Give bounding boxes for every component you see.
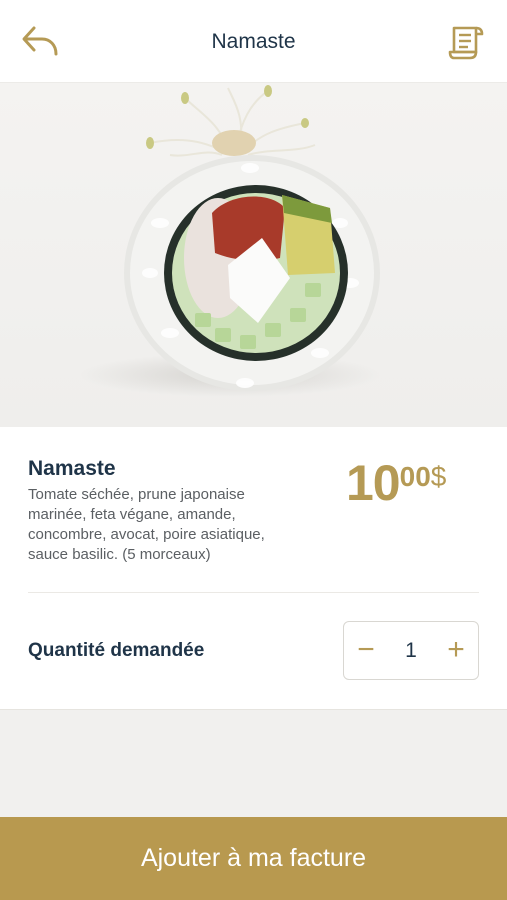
product-image bbox=[0, 83, 507, 427]
price-currency: $ bbox=[430, 461, 447, 492]
receipt-icon bbox=[448, 26, 484, 60]
quantity-stepper: − 1 + bbox=[343, 621, 479, 680]
product-description: Tomate séchée, prune japonaise marinée, … bbox=[28, 486, 265, 563]
sushi-roll-illustration bbox=[80, 85, 380, 397]
product-price: 1000$ bbox=[346, 457, 446, 509]
quantity-label: Quantité demandée bbox=[28, 640, 205, 661]
price-whole: 10 bbox=[346, 455, 401, 511]
add-to-bill-button[interactable]: Ajouter à ma facture bbox=[0, 817, 507, 900]
top-bar: Namaste bbox=[0, 0, 507, 83]
page-title: Namaste bbox=[211, 30, 296, 53]
bill-button[interactable] bbox=[446, 22, 488, 62]
divider bbox=[28, 592, 479, 593]
decrement-button[interactable]: − bbox=[344, 622, 388, 679]
increment-button[interactable]: + bbox=[434, 622, 478, 679]
product-details: Namaste Tomate séchée, prune japonaise m… bbox=[0, 427, 507, 710]
price-cents: 00 bbox=[399, 461, 431, 492]
product-name: Namaste bbox=[28, 457, 116, 480]
quantity-value: 1 bbox=[405, 639, 417, 662]
